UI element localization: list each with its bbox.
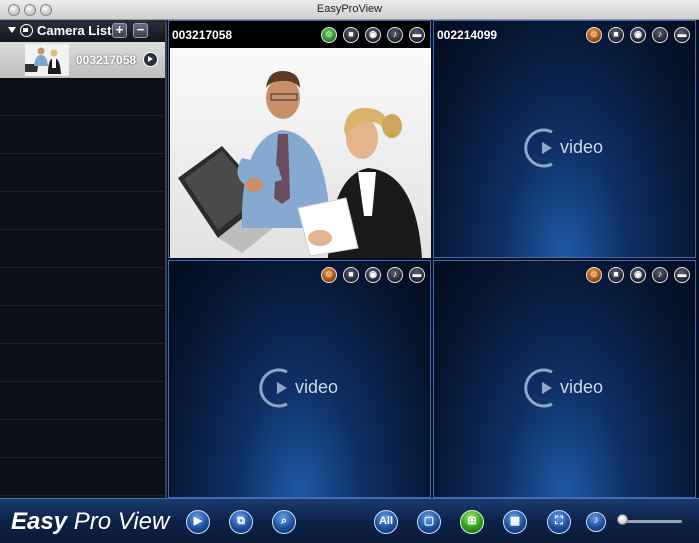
camera-list-icon <box>20 24 33 37</box>
video-placeholder-logo: video <box>522 124 612 172</box>
folder-icon[interactable]: ▬ <box>409 27 425 43</box>
empty-list-row <box>0 306 165 344</box>
audio-listen-icon[interactable]: ♪ <box>652 267 668 283</box>
talk-icon[interactable]: ☺ <box>321 27 337 43</box>
bottom-toolbar: Easy Pro View ▶ ⧉ ⌕ All ▢ ⊞ ▦ ⛶ ♪ <box>0 498 699 543</box>
talk-icon[interactable]: ☺ <box>586 27 602 43</box>
empty-list-row <box>0 154 165 192</box>
video-play-icon <box>524 368 553 408</box>
video-placeholder-text: video <box>560 137 604 157</box>
layout-multi-button[interactable]: ▦ <box>503 510 527 534</box>
video-panel-4[interactable]: ☺ ■ ◉ ♪ ▬ video <box>433 260 696 498</box>
folder-icon[interactable]: ▬ <box>674 27 690 43</box>
empty-list-row <box>0 458 165 496</box>
video-play-icon <box>524 128 553 168</box>
panel-header: ☺ ■ ◉ ♪ ▬ <box>169 261 430 287</box>
camera-list-header: Camera List + − <box>0 20 165 42</box>
camera-list-sidebar: Camera List + − 003217058 <box>0 20 167 498</box>
video-placeholder-text: video <box>560 377 604 397</box>
audio-listen-icon[interactable]: ♪ <box>387 27 403 43</box>
video-play-icon <box>259 368 288 408</box>
panel-header: 003217058 ☺ ■ ◉ ♪ ▬ <box>169 21 430 47</box>
record-video-icon[interactable]: ■ <box>343 27 359 43</box>
search-button[interactable]: ⌕ <box>272 510 296 534</box>
brand-easy-text: Easy <box>11 508 68 535</box>
camera-id-label: 003217058 <box>76 53 137 67</box>
layout-all-button[interactable]: All <box>374 510 398 534</box>
add-camera-button[interactable]: + <box>112 23 127 38</box>
video-panel-3[interactable]: ☺ ■ ◉ ♪ ▬ video <box>168 260 431 498</box>
remove-camera-button[interactable]: − <box>133 23 148 38</box>
empty-list-row <box>0 420 165 458</box>
empty-list-row <box>0 116 165 154</box>
audio-listen-icon[interactable]: ♪ <box>652 27 668 43</box>
window-titlebar: EasyProView <box>0 0 699 20</box>
camera-list-item[interactable]: 003217058 <box>0 42 165 78</box>
empty-list-row <box>0 382 165 420</box>
playback-button[interactable]: ▶ <box>186 510 210 534</box>
record-video-icon[interactable]: ■ <box>343 267 359 283</box>
video-panel-2[interactable]: 002214099 ☺ ■ ◉ ♪ ▬ video <box>433 20 696 258</box>
talk-icon[interactable]: ☺ <box>586 267 602 283</box>
video-placeholder-logo: video <box>522 364 612 412</box>
snapshot-camera-icon[interactable]: ◉ <box>365 27 381 43</box>
empty-list-row <box>0 344 165 382</box>
folder-icon[interactable]: ▬ <box>674 267 690 283</box>
camera-detail-arrow-icon[interactable] <box>143 52 158 67</box>
panel-header: ☺ ■ ◉ ♪ ▬ <box>434 261 695 287</box>
snapshot-camera-icon[interactable]: ◉ <box>630 27 646 43</box>
camera-list-title: Camera List <box>37 23 112 38</box>
empty-list-row <box>0 230 165 268</box>
empty-list-row <box>0 192 165 230</box>
camera-thumbnail <box>25 44 69 76</box>
empty-list-row <box>0 78 165 116</box>
fullscreen-button[interactable]: ⛶ <box>547 510 571 534</box>
layout-quad-button[interactable]: ⊞ <box>460 510 484 534</box>
layout-single-button[interactable]: ▢ <box>417 510 441 534</box>
brand-logo: Easy Pro View <box>11 508 169 536</box>
snapshot-camera-icon[interactable]: ◉ <box>630 267 646 283</box>
camera-settings-button[interactable]: ⧉ <box>229 510 253 534</box>
disclosure-triangle-icon[interactable] <box>8 27 16 33</box>
snapshot-camera-icon[interactable]: ◉ <box>365 267 381 283</box>
video-placeholder-logo: video <box>257 364 347 412</box>
record-video-icon[interactable]: ■ <box>608 267 624 283</box>
panel-camera-id: 003217058 <box>172 28 233 42</box>
video-placeholder-text: video <box>295 377 339 397</box>
record-video-icon[interactable]: ■ <box>608 27 624 43</box>
empty-list-row <box>0 268 165 306</box>
brand-proview-text: Pro View <box>73 508 170 535</box>
video-panel-1[interactable]: 003217058 ☺ ■ ◉ ♪ ▬ <box>168 20 431 258</box>
volume-icon[interactable]: ♪ <box>586 512 606 532</box>
window-title: EasyProView <box>316 3 383 15</box>
live-video-feed <box>170 48 431 258</box>
talk-icon[interactable]: ☺ <box>321 267 337 283</box>
audio-listen-icon[interactable]: ♪ <box>387 267 403 283</box>
folder-icon[interactable]: ▬ <box>409 267 425 283</box>
panel-header: 002214099 ☺ ■ ◉ ♪ ▬ <box>434 21 695 47</box>
panel-camera-id: 002214099 <box>437 28 498 42</box>
